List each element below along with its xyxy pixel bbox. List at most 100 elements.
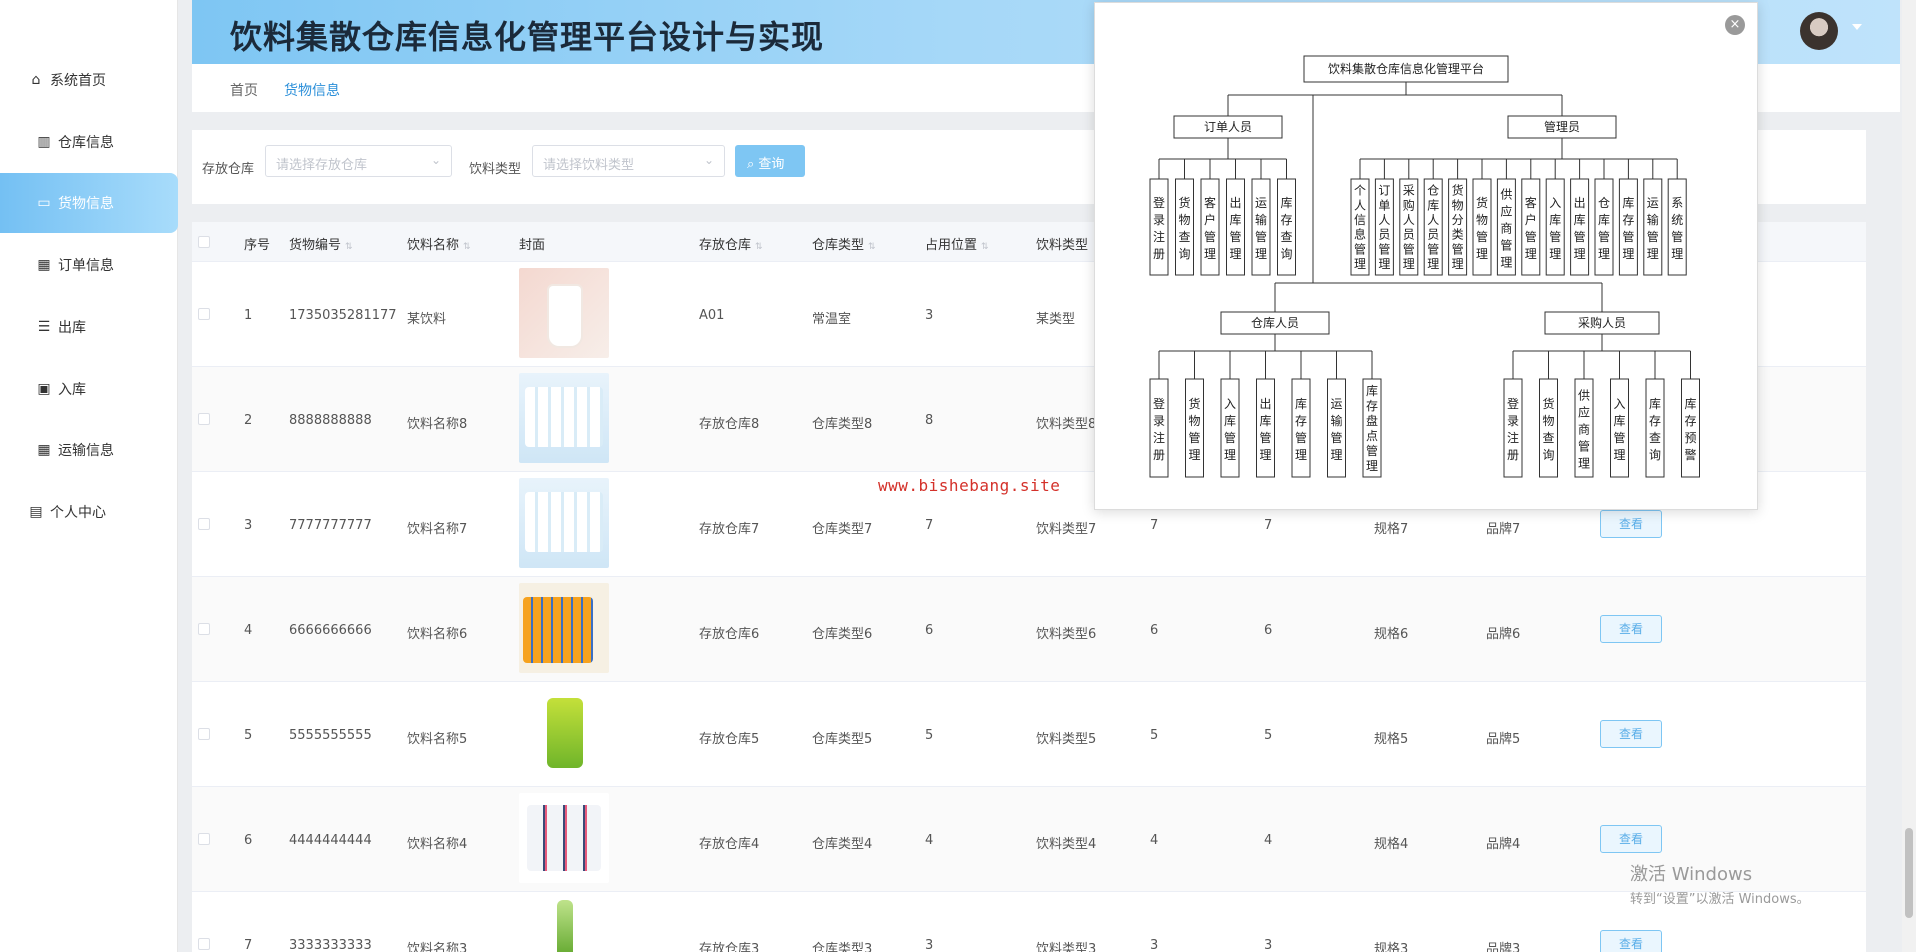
cell-c9: 4 <box>1150 833 1159 848</box>
org-chart-diagram: 饮料集散仓库信息化管理平台订单人员登录注册货物查询客户管理出库管理运输管理库存查… <box>1149 55 1700 478</box>
cell-btype: 饮料类型6 <box>1036 627 1097 642</box>
cell-spec: 规格7 <box>1374 522 1409 537</box>
sliders-icon: ☰ <box>37 319 51 335</box>
column-header-index: 序号 <box>244 238 271 253</box>
diagram-leaf: 货物分类管理 <box>1452 183 1464 271</box>
diagram-leaf-box <box>1681 378 1700 478</box>
cell-c10: 7 <box>1264 518 1273 533</box>
cell-wtype: 仓库类型8 <box>812 417 873 432</box>
cell-brand: 品牌3 <box>1486 942 1521 952</box>
diagram-leaf-box <box>1645 378 1665 478</box>
library-icon: ▥ <box>37 134 51 150</box>
cell-brand: 品牌6 <box>1486 627 1521 642</box>
sidebar-item-inbound[interactable]: ▣ 入库 <box>0 359 178 419</box>
type-select[interactable]: 请选择饮料类型 ⌄ <box>532 145 725 177</box>
table-row: 5 5555555555 饮料名称5 存放仓库5 仓库类型5 5 饮料类型5 5 5 规格5 品牌5… <box>192 682 1866 787</box>
warehouse-filter-label: 存放仓库 <box>202 162 255 177</box>
calendar-icon: ▤ <box>29 504 43 520</box>
cell-name: 某饮料 <box>407 312 447 327</box>
row-checkbox[interactable] <box>198 728 210 740</box>
windows-activation-notice: 激活 Windows 转到“设置”以激活 Windows。 <box>1630 860 1810 907</box>
sidebar-item-outbound[interactable]: ☰ 出库 <box>0 297 178 357</box>
cell-spec: 规格3 <box>1374 942 1409 952</box>
cell-c10: 4 <box>1264 833 1273 848</box>
sidebar-item-goods[interactable]: ▭ 货物信息 <box>0 173 178 233</box>
grid-icon: ▦ <box>37 257 51 273</box>
column-header-position[interactable]: 占用位置 ⇅ <box>925 234 989 253</box>
warehouse-select[interactable]: 请选择存放仓库 ⌄ <box>265 145 452 177</box>
cell-warehouse: 存放仓库6 <box>699 627 760 642</box>
column-header-warehouse[interactable]: 存放仓库 ⇅ <box>699 234 763 253</box>
sort-icon: ⇅ <box>981 242 989 252</box>
cell-name: 饮料名称7 <box>407 522 468 537</box>
cell-pos: 6 <box>925 623 934 638</box>
sidebar-item-label: 系统首页 <box>50 73 106 89</box>
image-preview-modal: × 饮料集散仓库信息化管理平台 订单人员 登录注册 货物查询 客户管理 出库管理 运输管理库… <box>1094 2 1758 510</box>
clipboard-check-icon: ▣ <box>37 381 51 397</box>
cell-warehouse: A01 <box>699 308 725 323</box>
cell-wtype: 仓库类型6 <box>812 627 873 642</box>
cell-code: 7777777777 <box>289 518 372 533</box>
windows-activation-title: 激活 Windows <box>1630 864 1753 885</box>
chevron-down-icon[interactable] <box>1852 24 1862 30</box>
view-button[interactable]: 查看 <box>1600 930 1662 952</box>
cell-pos: 3 <box>925 938 934 952</box>
cell-name: 饮料名称6 <box>407 627 468 642</box>
cell-wtype: 仓库类型7 <box>812 522 873 537</box>
search-button[interactable]: ⌕ 查询 <box>735 145 805 177</box>
sidebar-item-profile[interactable]: ▤ 个人中心 <box>0 482 178 542</box>
breadcrumb-home-link[interactable]: 首页 <box>230 80 258 100</box>
select-all-checkbox[interactable] <box>198 236 210 248</box>
row-checkbox[interactable] <box>198 308 210 320</box>
cell-btype: 某类型 <box>1036 312 1076 327</box>
sidebar-item-orders[interactable]: ▦ 订单信息 <box>0 235 178 295</box>
cell-c9: 3 <box>1150 938 1159 952</box>
cell-name: 饮料名称8 <box>407 417 468 432</box>
cover-image <box>519 478 609 568</box>
cell-wtype: 仓库类型4 <box>812 837 873 852</box>
cell-pos: 5 <box>925 728 934 743</box>
table-row: 4 6666666666 饮料名称6 存放仓库6 仓库类型6 6 饮料类型6 6 6 规格6 品牌6… <box>192 577 1866 682</box>
scrollbar-thumb[interactable] <box>1905 828 1913 918</box>
diagram-leaf-box <box>1503 378 1523 478</box>
windows-activation-subtitle: 转到“设置”以激活 Windows。 <box>1630 892 1810 907</box>
row-checkbox[interactable] <box>198 938 210 950</box>
column-header-beverage-type: 饮料类型 <box>1036 238 1089 253</box>
view-button[interactable]: 查看 <box>1600 615 1662 643</box>
cell-code: 1735035281177 <box>289 308 397 323</box>
page-title: 饮料集散仓库信息化管理平台设计与实现 <box>230 18 825 56</box>
cell-name: 饮料名称5 <box>407 732 468 747</box>
sort-icon: ⇅ <box>868 242 876 252</box>
column-header-warehouse-type[interactable]: 仓库类型 ⇅ <box>812 234 876 253</box>
column-header-code[interactable]: 货物编号 ⇅ <box>289 234 353 253</box>
diagram-leaf-box <box>1185 378 1204 478</box>
cell-pos: 3 <box>925 308 934 323</box>
diagram-leaf: 供应商管理 <box>1500 188 1512 270</box>
page-scrollbar[interactable] <box>1902 0 1916 952</box>
view-button[interactable]: 查看 <box>1600 720 1662 748</box>
diagram-root: 饮料集散仓库信息化管理平台 <box>1328 61 1484 76</box>
row-checkbox[interactable] <box>198 518 210 530</box>
user-avatar[interactable] <box>1800 12 1838 50</box>
search-button-label: 查询 <box>758 157 785 172</box>
view-button[interactable]: 查看 <box>1600 510 1662 538</box>
cover-image <box>519 373 609 463</box>
row-checkbox[interactable] <box>198 413 210 425</box>
column-header-name[interactable]: 饮料名称 ⇅ <box>407 234 471 253</box>
cell-c10: 6 <box>1264 623 1273 638</box>
cover-image <box>519 268 609 358</box>
cover-image <box>519 583 609 673</box>
sidebar-item-label: 订单信息 <box>58 258 114 274</box>
watermark-text: www.bishebang.site <box>878 476 1061 495</box>
row-checkbox[interactable] <box>198 623 210 635</box>
cell-brand: 品牌5 <box>1486 732 1521 747</box>
sidebar-item-transport[interactable]: ▦ 运输信息 <box>0 420 178 480</box>
table-row: 6 4444444444 饮料名称4 存放仓库4 仓库类型4 4 饮料类型4 4 4 规格4 品牌4… <box>192 787 1866 892</box>
sidebar-item-home[interactable]: ⌂ 系统首页 <box>0 50 178 110</box>
sidebar-item-warehouse[interactable]: ▥ 仓库信息 <box>0 112 178 172</box>
view-button[interactable]: 查看 <box>1600 825 1662 853</box>
cover-image <box>519 898 609 952</box>
cell-spec: 规格5 <box>1374 732 1409 747</box>
sort-icon: ⇅ <box>755 242 763 252</box>
row-checkbox[interactable] <box>198 833 210 845</box>
